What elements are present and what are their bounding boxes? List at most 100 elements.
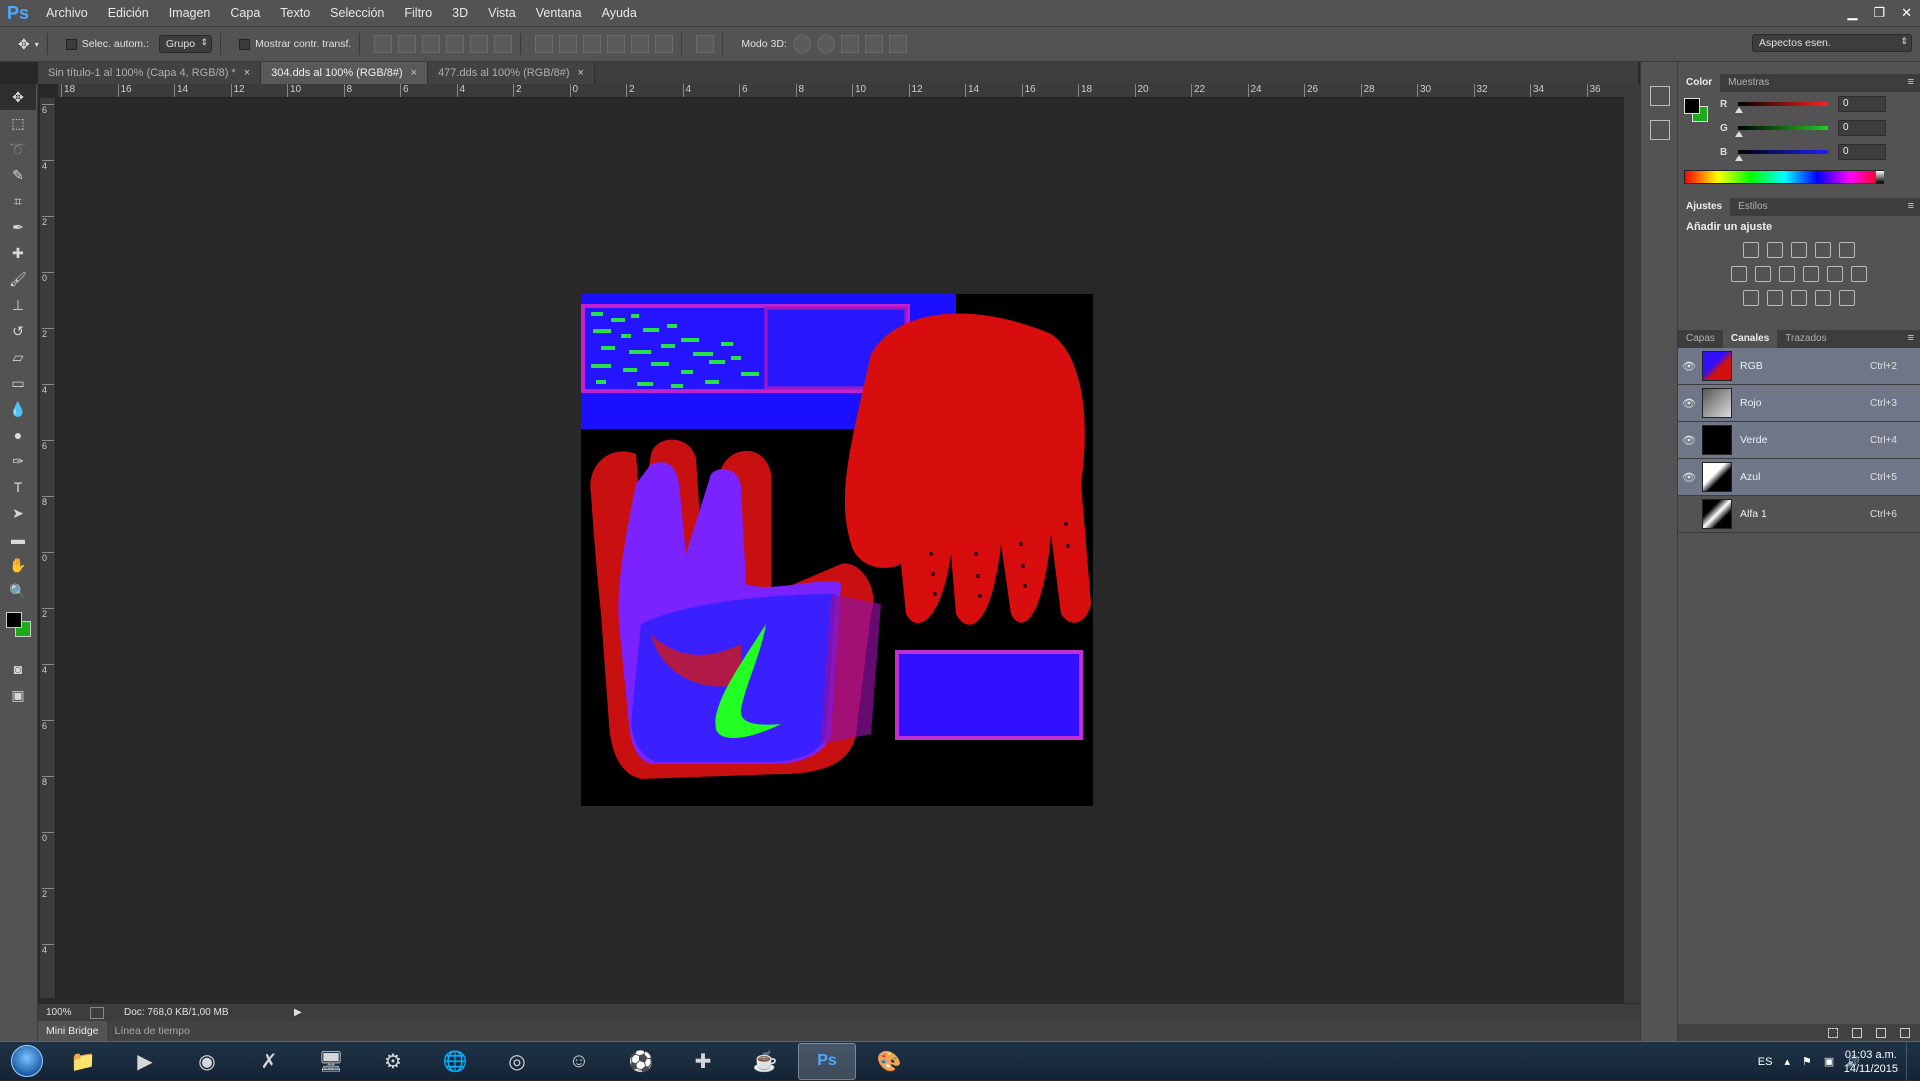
stamp-tool-icon[interactable]: ⊥ <box>0 292 36 318</box>
gradient-tool-icon[interactable]: ▭ <box>0 370 36 396</box>
channel-row-alfa[interactable]: · Alfa 1 Ctrl+6 <box>1678 496 1920 533</box>
roll-3d-icon[interactable] <box>816 35 835 53</box>
threshold-icon[interactable] <box>1791 290 1807 306</box>
crop-tool-icon[interactable]: ⌗ <box>0 188 36 214</box>
lasso-tool-icon[interactable]: ➰ <box>0 136 36 162</box>
screen-mode-icon[interactable]: ▣ <box>0 682 36 708</box>
workspace-dropdown[interactable]: Aspectos esen. <box>1752 34 1912 52</box>
menu-texto[interactable]: Texto <box>270 0 320 26</box>
curves-icon[interactable] <box>1791 242 1807 258</box>
tab-477-dds[interactable]: 477.dds al 100% (RGB/8#) × <box>428 62 595 84</box>
move-tool-icon[interactable]: ✥ <box>0 84 36 110</box>
share-icon[interactable] <box>90 1006 104 1019</box>
slider-r-value[interactable]: 0 <box>1838 96 1886 112</box>
distribute-bottom-icon[interactable] <box>583 35 602 53</box>
align-top-icon[interactable] <box>374 35 393 53</box>
hand-tool-icon[interactable]: ✋ <box>0 552 36 578</box>
align-right-icon[interactable] <box>494 35 513 53</box>
slider-b-value[interactable]: 0 <box>1838 144 1886 160</box>
panel-menu-icon[interactable]: ≡ <box>1908 200 1914 212</box>
ps-controller-icon[interactable]: ✚ <box>674 1043 732 1080</box>
blur-tool-icon[interactable]: 💧 <box>0 396 36 422</box>
tab-timeline[interactable]: Línea de tiempo <box>107 1021 198 1041</box>
clock[interactable]: 01:03 a.m. 14/11/2015 <box>1844 1048 1898 1076</box>
steam-icon[interactable]: ⚙ <box>364 1043 422 1080</box>
gradient-map-icon[interactable] <box>1839 290 1855 306</box>
tab-ajustes[interactable]: Ajustes <box>1678 198 1731 216</box>
network-icon[interactable]: ▣ <box>1824 1055 1834 1068</box>
slider-b-track[interactable] <box>1735 150 1828 161</box>
shape-tool-icon[interactable]: ▬ <box>0 526 36 552</box>
color-lookup-icon[interactable] <box>1851 266 1867 282</box>
scale-3d-icon[interactable] <box>888 35 907 53</box>
properties-panel-icon[interactable] <box>1650 120 1670 140</box>
paint-icon[interactable]: 🎨 <box>860 1043 918 1080</box>
panel-menu-icon[interactable]: ≡ <box>1908 76 1914 88</box>
channel-row-verde[interactable]: 👁 Verde Ctrl+4 <box>1678 422 1920 459</box>
portrait-icon[interactable]: ☺ <box>550 1043 608 1080</box>
trash-icon[interactable] <box>1900 1028 1910 1038</box>
close-button[interactable]: ✕ <box>1901 5 1912 21</box>
drag-3d-icon[interactable] <box>840 35 859 53</box>
document-canvas[interactable] <box>581 294 1093 806</box>
menu-seleccion[interactable]: Selección <box>320 0 394 26</box>
java-icon[interactable]: ☕ <box>736 1043 794 1080</box>
load-selection-icon[interactable] <box>1828 1028 1838 1038</box>
start-button[interactable] <box>0 1042 54 1081</box>
origin-icon[interactable]: ◎ <box>488 1043 546 1080</box>
tab-trazados[interactable]: Trazados <box>1777 330 1834 348</box>
vertical-scrollbar[interactable] <box>1624 84 1640 1004</box>
autoselect-checkbox[interactable] <box>65 38 77 50</box>
path-select-tool-icon[interactable]: ➤ <box>0 500 36 526</box>
eraser-tool-icon[interactable]: ▱ <box>0 344 36 370</box>
play-icon[interactable]: ▶ <box>294 1007 302 1018</box>
tab-capas[interactable]: Capas <box>1678 330 1723 348</box>
transform-checkbox[interactable] <box>239 38 251 50</box>
history-brush-tool-icon[interactable]: ↺ <box>0 318 36 344</box>
app-x-icon[interactable]: ✗ <box>240 1043 298 1080</box>
brightness-icon[interactable] <box>1743 242 1759 258</box>
quick-mask-icon[interactable]: ◙ <box>0 656 36 682</box>
menu-3d[interactable]: 3D <box>442 0 478 26</box>
posterize-icon[interactable] <box>1767 290 1783 306</box>
close-icon[interactable]: × <box>244 67 250 79</box>
healing-tool-icon[interactable]: ✚ <box>0 240 36 266</box>
distribute-right-icon[interactable] <box>655 35 674 53</box>
distribute-top-icon[interactable] <box>535 35 554 53</box>
align-vcenter-icon[interactable] <box>398 35 417 53</box>
color-balance-icon[interactable] <box>1755 266 1771 282</box>
eye-icon[interactable]: 👁 <box>1678 397 1700 410</box>
invert-icon[interactable] <box>1743 290 1759 306</box>
rotate-3d-icon[interactable] <box>792 35 811 53</box>
close-icon[interactable]: × <box>411 67 417 79</box>
levels-icon[interactable] <box>1767 242 1783 258</box>
auto-align-icon[interactable] <box>696 35 715 53</box>
file-explorer-icon[interactable]: 📁 <box>54 1043 112 1080</box>
type-tool-icon[interactable]: T <box>0 474 36 500</box>
color-panel-foreground[interactable] <box>1684 98 1700 114</box>
menu-imagen[interactable]: Imagen <box>159 0 221 26</box>
tab-muestras[interactable]: Muestras <box>1720 74 1777 92</box>
align-left-icon[interactable] <box>446 35 465 53</box>
slide-3d-icon[interactable] <box>864 35 883 53</box>
slider-g-track[interactable] <box>1735 126 1828 137</box>
eye-icon[interactable]: 👁 <box>1678 434 1700 447</box>
hue-saturation-icon[interactable] <box>1731 266 1747 282</box>
black-white-icon[interactable] <box>1779 266 1795 282</box>
channel-row-azul[interactable]: 👁 Azul Ctrl+5 <box>1678 459 1920 496</box>
menu-filtro[interactable]: Filtro <box>394 0 442 26</box>
align-hcenter-icon[interactable] <box>470 35 489 53</box>
close-icon[interactable]: × <box>578 67 584 79</box>
show-desktop-button[interactable] <box>1906 1042 1920 1081</box>
menu-vista[interactable]: Vista <box>478 0 526 26</box>
tab-sin-titulo[interactable]: Sin título-1 al 100% (Capa 4, RGB/8) * × <box>38 62 262 84</box>
photo-filter-icon[interactable] <box>1803 266 1819 282</box>
tab-color[interactable]: Color <box>1678 74 1721 92</box>
minimize-button[interactable]: ▁ <box>1847 5 1857 21</box>
tab-304-dds[interactable]: 304.dds al 100% (RGB/8#) × <box>261 62 429 84</box>
slider-g-value[interactable]: 0 <box>1838 120 1886 136</box>
eyedropper-tool-icon[interactable]: ✒ <box>0 214 36 240</box>
menu-archivo[interactable]: Archivo <box>36 0 98 26</box>
move-tool-preset[interactable]: ✥ ▾ <box>18 36 39 53</box>
game-icon[interactable]: ⚽ <box>612 1043 670 1080</box>
